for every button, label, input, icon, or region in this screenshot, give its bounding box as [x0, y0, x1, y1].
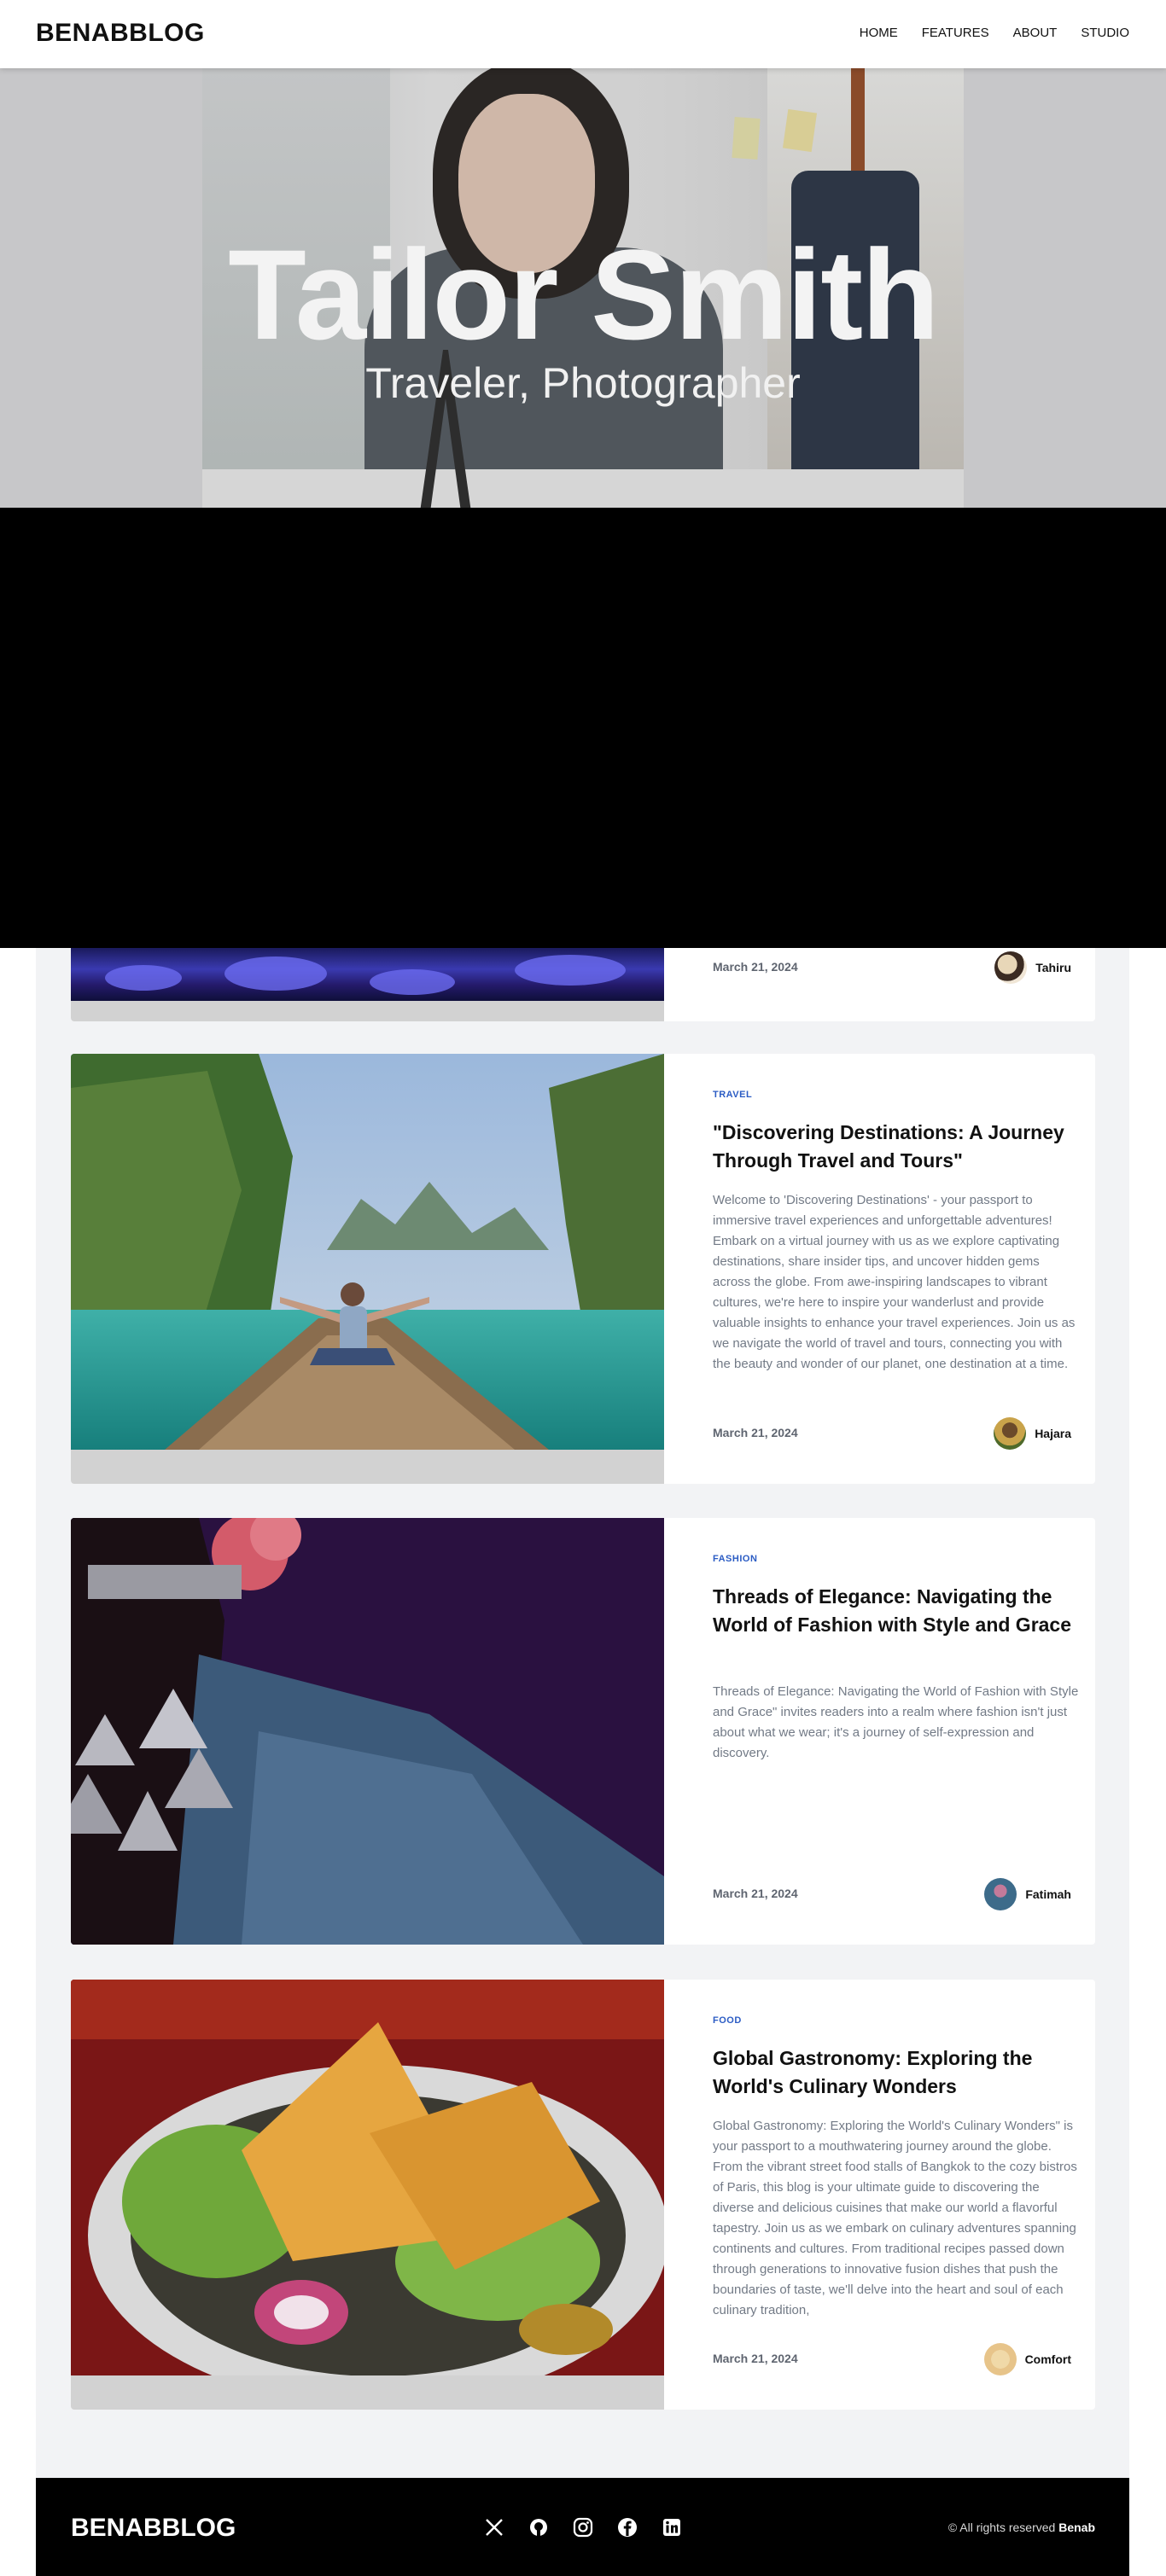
author-name: Hajara [1035, 1427, 1071, 1440]
avatar [994, 1417, 1027, 1450]
travel-photo [71, 1054, 664, 1450]
instagram-icon[interactable] [573, 2517, 593, 2538]
post-content: FOOD Global Gastronomy: Exploring the Wo… [713, 1980, 1077, 2410]
post-excerpt: Welcome to 'Discovering Destinations' - … [713, 1193, 1076, 1371]
post-image[interactable] [71, 1054, 664, 1450]
post-category[interactable]: FASHION [713, 1554, 757, 1564]
post-author[interactable]: Tahiru [994, 951, 1071, 984]
post-image[interactable] [71, 1980, 664, 2375]
post-card[interactable]: March 21, 2024 Tahiru [71, 948, 1095, 1021]
post-title[interactable]: "Discovering Destinations: A Journey Thr… [713, 1119, 1080, 1175]
post-image[interactable] [71, 948, 664, 1001]
fashion-photo [71, 1518, 664, 1945]
copyright: © All rights reserved Benab [948, 2521, 1095, 2534]
linkedin-icon[interactable] [662, 2517, 682, 2538]
avatar [984, 1878, 1017, 1910]
nav-about[interactable]: ABOUT [1013, 26, 1058, 40]
post-title[interactable]: Threads of Elegance: Navigating the Worl… [713, 1583, 1080, 1639]
avatar [994, 951, 1028, 984]
copyright-owner[interactable]: Benab [1058, 2521, 1095, 2534]
post-content: March 21, 2024 Tahiru [713, 948, 1071, 1021]
post-author[interactable]: Fatimah [984, 1878, 1071, 1910]
post-image-frame [71, 1518, 664, 1945]
hero-subtitle: Traveler, Photographer [365, 359, 801, 407]
site-header: BENABBLOG HOME FEATURES ABOUT STUDIO [0, 0, 1166, 68]
hero-title: Tailor Smith [228, 223, 940, 366]
github-icon[interactable] [528, 2517, 549, 2538]
site-footer: BENABBLOG © All rights reserved Benab [36, 2478, 1129, 2576]
post-author[interactable]: Comfort [983, 2343, 1071, 2375]
author-name: Comfort [1024, 2352, 1071, 2366]
post-category[interactable]: TRAVEL [713, 1090, 752, 1100]
post-image-frame [71, 1054, 664, 1484]
post-image-frame [71, 948, 664, 1021]
brand-logo[interactable]: BENABBLOG [36, 19, 205, 48]
post-date: March 21, 2024 [713, 2352, 798, 2365]
author-name: Tahiru [1035, 961, 1071, 974]
footer-brand[interactable]: BENABBLOG [71, 2514, 236, 2543]
nav-features[interactable]: FEATURES [922, 26, 989, 40]
nav-studio[interactable]: STUDIO [1081, 26, 1129, 40]
nav-home[interactable]: HOME [860, 26, 898, 40]
post-category[interactable]: FOOD [713, 2015, 742, 2026]
post-excerpt: Global Gastronomy: Exploring the World's… [713, 2119, 1077, 2317]
post-date: March 21, 2024 [713, 960, 798, 974]
post-content: TRAVEL "Discovering Destinations: A Jour… [713, 1054, 1075, 1484]
food-photo [71, 1980, 664, 2375]
copyright-text: © All rights reserved [947, 2521, 1056, 2534]
social-links [484, 2517, 682, 2538]
post-excerpt: Threads of Elegance: Navigating the Worl… [713, 1684, 1079, 1760]
post-content: FASHION Threads of Elegance: Navigating … [713, 1518, 1078, 1945]
post-image-frame [71, 1980, 664, 2410]
facebook-icon[interactable] [617, 2517, 638, 2538]
author-name: Fatimah [1025, 1887, 1071, 1901]
post-card[interactable]: TRAVEL "Discovering Destinations: A Jour… [71, 1054, 1095, 1484]
post-author[interactable]: Hajara [994, 1417, 1071, 1450]
post-card[interactable]: FOOD Global Gastronomy: Exploring the Wo… [71, 1980, 1095, 2410]
post-date: March 21, 2024 [713, 1426, 798, 1439]
main-nav: HOME FEATURES ABOUT STUDIO [860, 26, 1129, 40]
hero-section: Tailor Smith Traveler, Photographer [0, 68, 1166, 508]
post-date: March 21, 2024 [713, 1887, 798, 1900]
blank-media-block [0, 508, 1166, 948]
x-icon[interactable] [484, 2517, 504, 2538]
avatar [983, 2343, 1017, 2375]
post-image[interactable] [71, 1518, 664, 1945]
post-card[interactable]: FASHION Threads of Elegance: Navigating … [71, 1518, 1095, 1945]
post-title[interactable]: Global Gastronomy: Exploring the World's… [713, 2044, 1080, 2101]
